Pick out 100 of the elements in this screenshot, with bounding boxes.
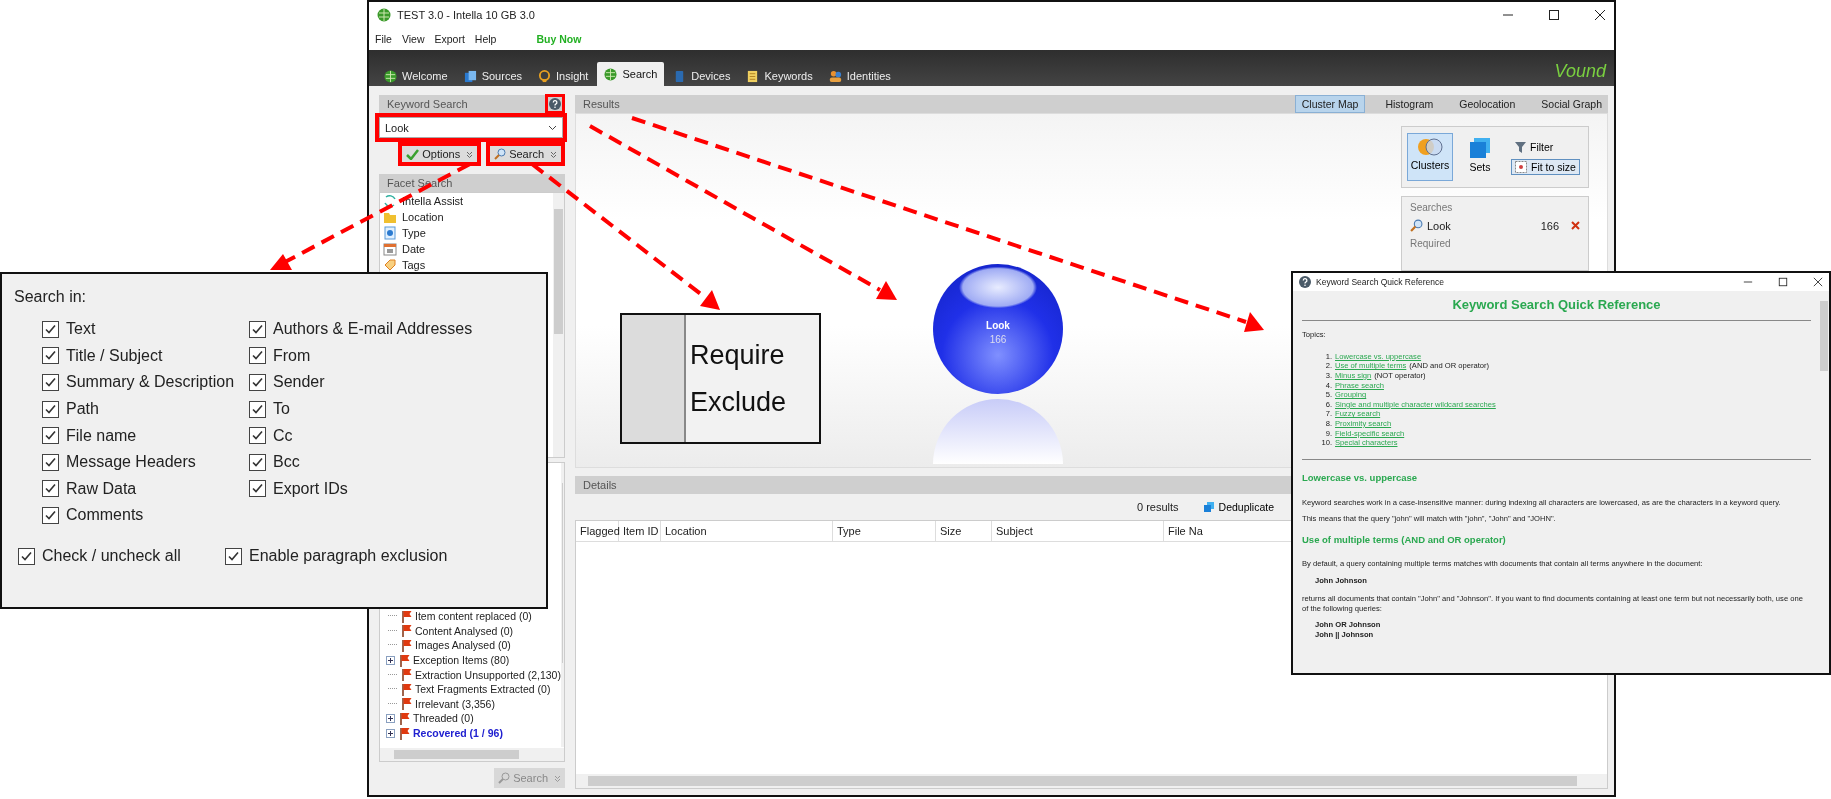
checkbox[interactable] — [42, 453, 59, 471]
facet-value[interactable]: Threaded (0) — [386, 711, 561, 726]
checkbox[interactable] — [18, 547, 35, 565]
facet-value[interactable]: Images Analysed (0) — [386, 638, 561, 653]
facet-value[interactable]: Irrelevant (3,356) — [386, 696, 561, 712]
tab[interactable]: Devices — [666, 66, 738, 86]
scrollbar[interactable] — [560, 463, 564, 747]
tab[interactable]: Insight — [531, 66, 596, 86]
column-header[interactable]: Location — [661, 521, 833, 541]
checkbox-label[interactable]: Message Headers — [66, 453, 196, 472]
checkbox-label[interactable]: Comments — [66, 506, 144, 525]
checkbox[interactable] — [42, 506, 59, 524]
column-header[interactable]: File Na — [1164, 521, 1244, 541]
scrollbar[interactable] — [553, 193, 564, 457]
column-header[interactable]: Item ID — [619, 521, 661, 541]
checkbox[interactable] — [225, 547, 242, 565]
remove-icon[interactable] — [1571, 221, 1580, 230]
checkbox[interactable] — [249, 427, 266, 445]
checkbox[interactable] — [249, 347, 266, 365]
expand-icon[interactable] — [386, 728, 395, 738]
options-button[interactable]: Options — [402, 146, 478, 162]
checkbox-label[interactable]: File name — [66, 426, 137, 445]
checkbox[interactable] — [42, 347, 59, 365]
stacked-squares-icon — [1202, 501, 1215, 513]
tab[interactable]: Identities — [821, 66, 898, 86]
checkbox-label[interactable]: Check / uncheck all — [42, 547, 181, 566]
facet-value[interactable]: Content Analysed (0) — [386, 623, 561, 639]
checkbox[interactable] — [249, 400, 266, 418]
menu-item[interactable]: Help — [474, 33, 497, 45]
column-header[interactable]: Flagged — [576, 521, 619, 541]
checkbox-label[interactable]: Title / Subject — [66, 346, 163, 365]
menu-item[interactable]: Export — [434, 33, 465, 45]
facet-item[interactable]: Intella Assist — [380, 193, 553, 209]
checkbox[interactable] — [42, 320, 59, 338]
checkbox[interactable] — [42, 400, 59, 418]
filter-button[interactable]: Filter — [1511, 139, 1580, 155]
checkbox[interactable] — [249, 480, 266, 498]
view-tab[interactable]: Social Graph — [1535, 96, 1608, 112]
view-tab[interactable]: Histogram — [1379, 96, 1440, 112]
checkbox-label[interactable]: From — [273, 346, 311, 365]
close-icon[interactable] — [1813, 277, 1823, 287]
view-tab[interactable]: Cluster Map — [1294, 95, 1366, 113]
tab[interactable]: Sources — [456, 66, 529, 86]
fit-icon — [1515, 161, 1527, 173]
facet-value[interactable]: Recovered (1 / 96) — [386, 725, 561, 741]
fit-to-size-button[interactable]: Fit to size — [1511, 159, 1580, 175]
facet-item[interactable]: Location — [380, 209, 553, 225]
search-term[interactable]: Look — [1427, 219, 1451, 232]
checkbox[interactable] — [249, 453, 266, 471]
panel-title: Facet Search — [387, 177, 453, 189]
section-label: Required — [1410, 238, 1452, 249]
expand-icon[interactable] — [386, 655, 395, 665]
close-icon[interactable] — [1594, 9, 1606, 21]
checkbox-label[interactable]: Path — [66, 400, 99, 419]
view-tab[interactable]: Geolocation — [1453, 96, 1522, 112]
column-header[interactable]: Type — [833, 521, 936, 541]
facet-value[interactable]: Extraction Unsupported (2,130) — [386, 667, 561, 682]
checkbox-label[interactable]: Cc — [273, 426, 293, 445]
tab[interactable]: Search — [597, 62, 665, 86]
menu-item[interactable]: Exclude — [690, 386, 819, 418]
facet-value[interactable]: Text Fragments Extracted (0) — [386, 681, 561, 697]
expand-icon[interactable] — [386, 713, 395, 723]
view-mode-button[interactable]: Clusters — [1407, 133, 1453, 181]
menu-item[interactable]: View — [401, 33, 425, 45]
maximize-icon[interactable] — [1548, 9, 1560, 21]
checkbox-label[interactable]: Raw Data — [66, 479, 137, 498]
cluster-bubble[interactable]: Look 166 — [933, 264, 1063, 394]
view-mode-button[interactable]: Sets — [1457, 133, 1503, 181]
menu-item[interactable]: Require — [690, 339, 819, 371]
checkbox[interactable] — [42, 427, 59, 445]
checkbox[interactable] — [249, 320, 266, 338]
checkbox[interactable] — [42, 480, 59, 498]
column-header[interactable]: Size — [936, 521, 992, 541]
deduplicate-button[interactable]: Deduplicate — [1198, 499, 1278, 515]
query-field[interactable]: Look — [379, 117, 563, 138]
search-button[interactable]: Search — [490, 146, 561, 162]
hit-count: 166 — [1540, 219, 1559, 232]
facet-item[interactable]: Type — [380, 225, 553, 241]
scrollbar[interactable] — [380, 748, 564, 761]
facet-value[interactable]: Exception Items (80) — [386, 652, 561, 668]
checkbox-label[interactable]: Text — [66, 320, 96, 339]
facet-value[interactable]: Item content replaced (0) — [386, 609, 561, 624]
checkbox-label[interactable]: Bcc — [273, 453, 300, 472]
facet-item[interactable]: Date — [380, 241, 553, 257]
checkbox-label[interactable]: Summary & Description — [66, 373, 235, 392]
globe-icon — [377, 8, 391, 22]
checkbox-label[interactable]: Authors & E-mail Addresses — [273, 320, 473, 339]
checkbox-label[interactable]: Sender — [273, 373, 325, 392]
checkbox-label[interactable]: Enable paragraph exclusion — [249, 547, 448, 566]
checkbox-label[interactable]: To — [273, 400, 290, 419]
menu-item[interactable]: File — [375, 33, 392, 45]
tab[interactable]: Keywords — [739, 66, 820, 86]
scrollbar[interactable] — [576, 774, 1607, 788]
facet-item[interactable]: Tags — [380, 257, 553, 273]
checkbox[interactable] — [249, 374, 266, 391]
tab[interactable]: Welcome — [377, 66, 455, 86]
maximize-icon[interactable] — [1778, 277, 1788, 287]
checkbox[interactable] — [42, 374, 59, 391]
checkbox-label[interactable]: Export IDs — [273, 479, 348, 498]
column-header[interactable]: Subject — [992, 521, 1164, 541]
